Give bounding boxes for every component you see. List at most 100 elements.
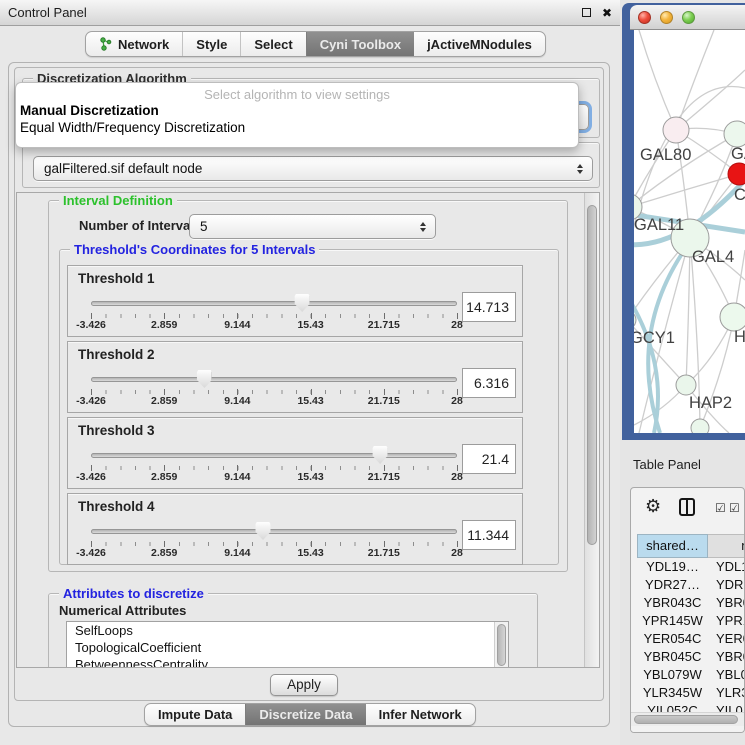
interval-definition-group: Interval Definition Number of Intervals … [48,200,568,572]
split-columns-icon[interactable] [679,498,695,516]
right-column: GAL80 GA C GAL11 GAL4 GCY1 H HAP2 Table … [620,0,745,745]
tick-label: 9.144 [224,547,250,559]
network-node-partial-bottom[interactable] [691,419,709,433]
slider-track[interactable] [91,529,457,534]
table-data-combobox[interactable]: galFiltered.sif default node [33,156,593,181]
table-row[interactable]: YBR045CYBR0 [637,648,745,666]
slider-thumb[interactable] [295,294,310,312]
dropdown-placeholder-item: Select algorithm to view settings [16,87,578,102]
tick-label: 21.715 [368,547,400,559]
threshold-4-slider[interactable]: -3.426 2.859 9.144 15.43 21.715 28 [91,521,457,557]
network-window-titlebar[interactable] [630,5,745,30]
tab-infer-network[interactable]: Infer Network [366,704,475,725]
threshold-3-value-field[interactable]: 21.4 [462,444,516,474]
table-horizontal-scrollbar[interactable] [631,712,745,726]
column-header-shared[interactable]: shared… [637,534,708,558]
dropdown-option-equal-width-frequency[interactable]: Equal Width/Frequency Discretization [16,119,578,136]
algorithm-dropdown-popup: Select algorithm to view settings Manual… [15,82,579,148]
threshold-1-panel: Threshold 1 -3.426 2.859 9.144 15.43 [67,265,523,337]
tick-label: 15.43 [297,471,323,483]
table-row[interactable]: YDL19…YDL1 [637,558,745,576]
table-row[interactable]: YBL079WYBL0 [637,666,745,684]
node-table: shared… name YDL19…YDL1 YDR27…YDR2 YBR04… [637,534,745,720]
tab-jactivemnodules[interactable]: jActiveMNodules [414,32,545,56]
threshold-2-slider[interactable]: -3.426 2.859 9.144 15.43 21.715 28 [91,369,457,405]
tick-label: -3.426 [76,471,106,483]
settings-scrollbar[interactable] [584,193,599,667]
tick-label: 15.43 [297,547,323,559]
bottom-tab-bar: Impute Data Discretize Data Infer Networ… [144,703,476,726]
combo-arrows-icon [577,164,583,174]
list-item[interactable]: TopologicalCoefficient [67,639,508,656]
column-header-name[interactable]: name [708,534,745,558]
list-scrollbar[interactable] [494,622,508,668]
tab-impute-data[interactable]: Impute Data [145,704,245,725]
table-row[interactable]: YBR043CYBR0 [637,594,745,612]
apply-button[interactable]: Apply [270,674,338,696]
slider-minor-ticks [91,390,458,394]
gear-icon[interactable]: ⚙ [645,496,661,516]
list-item[interactable]: BetweennessCentrality [67,656,508,668]
network-node-partial-h[interactable] [720,303,745,331]
thresholds-group: Threshold's Coordinates for 5 Intervals … [59,249,559,565]
scrollbar-thumb[interactable] [634,715,738,724]
node-label-partial-top: GA [731,145,745,163]
zoom-traffic-light-icon[interactable] [682,11,695,24]
tab-network[interactable]: Network [86,32,182,56]
tab-cyni-toolbox[interactable]: Cyni Toolbox [306,32,414,56]
network-node-selected-red[interactable] [728,163,745,185]
table-row[interactable]: YLR345WYLR3 [637,684,745,702]
tick-label: 15.43 [297,319,323,331]
network-node-gal80[interactable] [663,117,689,143]
tick-label: 21.715 [368,471,400,483]
network-node-partial-right[interactable] [724,121,745,147]
tab-style[interactable]: Style [182,32,240,56]
tab-discretize-data[interactable]: Discretize Data [245,704,365,725]
group-title-attributes: Attributes to discretize [59,586,208,601]
threshold-4-value-field[interactable]: 11.344 [462,520,516,550]
dropdown-option-manual-discretization[interactable]: Manual Discretization [16,102,578,119]
threshold-2-label: Threshold 2 [78,347,155,362]
tick-label: 9.144 [224,471,250,483]
close-icon[interactable]: ✖ [602,5,612,21]
network-canvas[interactable]: GAL80 GA C GAL11 GAL4 GCY1 H HAP2 [634,30,745,433]
threshold-1-label: Threshold 1 [78,271,155,286]
table-panel: ⚙ ☑ ☑ shared… name YDL19…YDL1 YDR27…YDR2… [630,487,745,733]
checkbox-icon[interactable]: ☑ [715,501,726,515]
minimize-traffic-light-icon[interactable] [660,11,673,24]
slider-thumb[interactable] [256,522,271,540]
threshold-3-slider[interactable]: -3.426 2.859 9.144 15.43 21.715 28 [91,445,457,481]
threshold-4-label: Threshold 4 [78,499,155,514]
control-panel-window: Control Panel ✖ Network Style Select Cyn… [0,0,620,745]
threshold-4-panel: Threshold 4 -3.426 2.859 9.144 15.43 [67,493,523,565]
node-label-partial-low: H [734,328,745,346]
list-item[interactable]: SelfLoops [67,622,508,639]
network-node-hap2[interactable] [676,375,696,395]
slider-track[interactable] [91,453,457,458]
float-window-icon[interactable] [582,8,591,17]
threshold-1-slider[interactable]: -3.426 2.859 9.144 15.43 21.715 28 [91,293,457,329]
table-row[interactable]: YPR145WYPR1 [637,612,745,630]
threshold-1-value-field[interactable]: 14.713 [462,292,516,322]
attributes-group: Attributes to discretize Numerical Attri… [48,593,538,668]
table-row[interactable]: YDR27…YDR2 [637,576,745,594]
scrollbar-thumb[interactable] [587,205,597,545]
number-of-intervals-combobox[interactable]: 5 [189,214,436,239]
slider-thumb[interactable] [373,446,388,464]
number-of-intervals-label: Number of Intervals [79,218,201,233]
tab-select[interactable]: Select [240,32,305,56]
threshold-2-value-field[interactable]: 6.316 [462,368,516,398]
discretize-settings-panel: Discretization Algorithm Select algorith… [14,67,604,701]
tick-label: 2.859 [151,471,177,483]
slider-track[interactable] [91,377,457,382]
node-label-gal4: GAL4 [692,248,734,266]
page-title: Control Panel [8,0,87,25]
title-bar: Control Panel ✖ [0,0,620,26]
table-row[interactable]: YER054CYER0 [637,630,745,648]
checkbox-icon[interactable]: ☑ [729,501,740,515]
close-traffic-light-icon[interactable] [638,11,651,24]
table-panel-footer [631,726,745,733]
slider-thumb[interactable] [197,370,212,388]
slider-track[interactable] [91,301,457,306]
node-label-partial-mid: C [734,186,745,204]
